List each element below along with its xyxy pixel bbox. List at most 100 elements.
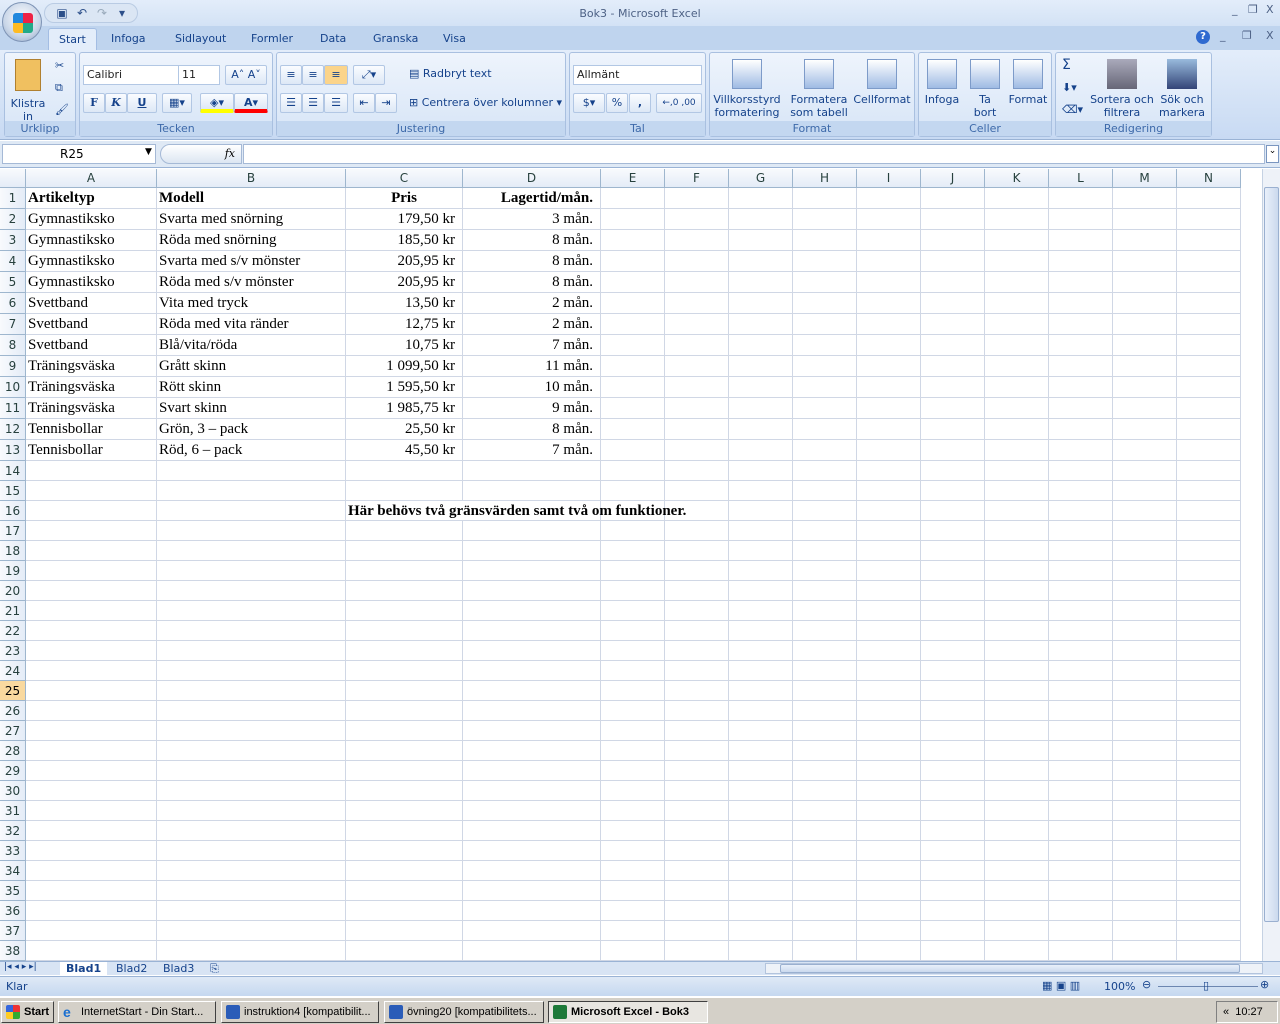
cell-F17[interactable] bbox=[665, 521, 729, 541]
cell-N2[interactable] bbox=[1177, 209, 1241, 230]
cell-G8[interactable] bbox=[729, 335, 793, 356]
zoom-in-icon[interactable]: ⊕ bbox=[1260, 978, 1269, 991]
cell-D37[interactable] bbox=[463, 921, 601, 941]
cell-E23[interactable] bbox=[601, 641, 665, 661]
cell-M31[interactable] bbox=[1113, 801, 1177, 821]
row-header[interactable]: 6 bbox=[0, 293, 26, 314]
cell-H15[interactable] bbox=[793, 481, 857, 501]
clear-icon[interactable]: ⌫▾ bbox=[1062, 103, 1083, 116]
cell-A33[interactable] bbox=[26, 841, 157, 861]
row-header[interactable]: 10 bbox=[0, 377, 26, 398]
cell-D15[interactable] bbox=[463, 481, 601, 501]
cell-I32[interactable] bbox=[857, 821, 921, 841]
cell-J9[interactable] bbox=[921, 356, 985, 377]
row-header[interactable]: 29 bbox=[0, 761, 26, 781]
cell-M4[interactable] bbox=[1113, 251, 1177, 272]
cell-M8[interactable] bbox=[1113, 335, 1177, 356]
cell-H5[interactable] bbox=[793, 272, 857, 293]
cell-H24[interactable] bbox=[793, 661, 857, 681]
cell-B22[interactable] bbox=[157, 621, 346, 641]
cell-C21[interactable] bbox=[346, 601, 463, 621]
cell-C1[interactable]: Pris bbox=[346, 188, 463, 209]
cell-H23[interactable] bbox=[793, 641, 857, 661]
cell-A14[interactable] bbox=[26, 461, 157, 481]
cell-E21[interactable] bbox=[601, 601, 665, 621]
cell-C20[interactable] bbox=[346, 581, 463, 601]
cell-B24[interactable] bbox=[157, 661, 346, 681]
cell-B18[interactable] bbox=[157, 541, 346, 561]
cell-N22[interactable] bbox=[1177, 621, 1241, 641]
cell-G19[interactable] bbox=[729, 561, 793, 581]
cell-C2[interactable]: 179,50 kr bbox=[346, 209, 463, 230]
cell-L7[interactable] bbox=[1049, 314, 1113, 335]
cut-icon[interactable]: ✂ bbox=[55, 59, 64, 72]
cell-J21[interactable] bbox=[921, 601, 985, 621]
font-size-select[interactable]: 11 bbox=[178, 65, 220, 85]
cell-G2[interactable] bbox=[729, 209, 793, 230]
cell-C9[interactable]: 1 099,50 kr bbox=[346, 356, 463, 377]
taskbar-item-internetstart[interactable]: e InternetStart - Din Start... bbox=[58, 1001, 216, 1023]
cell-E36[interactable] bbox=[601, 901, 665, 921]
cell-L20[interactable] bbox=[1049, 581, 1113, 601]
expand-formula-bar-icon[interactable]: ⌄ bbox=[1266, 145, 1279, 163]
cell-styles-button[interactable]: Cellformat bbox=[852, 59, 912, 106]
cell-B12[interactable]: Grön, 3 – pack bbox=[157, 419, 346, 440]
cell-L34[interactable] bbox=[1049, 861, 1113, 881]
cell-D18[interactable] bbox=[463, 541, 601, 561]
zoom-level[interactable]: 100% bbox=[1104, 980, 1135, 993]
cell-C4[interactable]: 205,95 kr bbox=[346, 251, 463, 272]
cell-C17[interactable] bbox=[346, 521, 463, 541]
cell-G17[interactable] bbox=[729, 521, 793, 541]
cell-J36[interactable] bbox=[921, 901, 985, 921]
cell-M14[interactable] bbox=[1113, 461, 1177, 481]
cell-K20[interactable] bbox=[985, 581, 1049, 601]
cell-A24[interactable] bbox=[26, 661, 157, 681]
row-header[interactable]: 20 bbox=[0, 581, 26, 601]
tab-data[interactable]: Data bbox=[310, 28, 356, 50]
cell-F5[interactable] bbox=[665, 272, 729, 293]
cell-I18[interactable] bbox=[857, 541, 921, 561]
format-as-table-button[interactable]: Formatera som tabell bbox=[786, 59, 852, 119]
cell-C15[interactable] bbox=[346, 481, 463, 501]
cell-K14[interactable] bbox=[985, 461, 1049, 481]
cell-F28[interactable] bbox=[665, 741, 729, 761]
cell-J14[interactable] bbox=[921, 461, 985, 481]
cell-M38[interactable] bbox=[1113, 941, 1177, 961]
cell-L36[interactable] bbox=[1049, 901, 1113, 921]
merge-center-button[interactable]: ⊞ Centrera över kolumner ▾ bbox=[409, 96, 562, 109]
row-header[interactable]: 12 bbox=[0, 419, 26, 440]
cell-M2[interactable] bbox=[1113, 209, 1177, 230]
view-buttons[interactable]: ▦ ▣ ▥ bbox=[1042, 979, 1080, 992]
cell-J8[interactable] bbox=[921, 335, 985, 356]
cell-H27[interactable] bbox=[793, 721, 857, 741]
cell-K37[interactable] bbox=[985, 921, 1049, 941]
cell-A18[interactable] bbox=[26, 541, 157, 561]
cell-J6[interactable] bbox=[921, 293, 985, 314]
cell-E18[interactable] bbox=[601, 541, 665, 561]
cell-L33[interactable] bbox=[1049, 841, 1113, 861]
cell-N16[interactable] bbox=[1177, 501, 1241, 521]
cell-F33[interactable] bbox=[665, 841, 729, 861]
row-header[interactable]: 30 bbox=[0, 781, 26, 801]
cell-J12[interactable] bbox=[921, 419, 985, 440]
cell-L17[interactable] bbox=[1049, 521, 1113, 541]
cell-B17[interactable] bbox=[157, 521, 346, 541]
cell-J37[interactable] bbox=[921, 921, 985, 941]
row-header[interactable]: 5 bbox=[0, 272, 26, 293]
sheet-tab-blad3[interactable]: Blad3 bbox=[157, 962, 200, 976]
format-cells-button[interactable]: Format bbox=[1007, 59, 1049, 106]
cell-K9[interactable] bbox=[985, 356, 1049, 377]
cell-K7[interactable] bbox=[985, 314, 1049, 335]
cell-C32[interactable] bbox=[346, 821, 463, 841]
cell-A6[interactable]: Svettband bbox=[26, 293, 157, 314]
cell-I27[interactable] bbox=[857, 721, 921, 741]
cell-L8[interactable] bbox=[1049, 335, 1113, 356]
number-format-select[interactable]: Allmänt bbox=[573, 65, 702, 85]
cell-A37[interactable] bbox=[26, 921, 157, 941]
cell-F32[interactable] bbox=[665, 821, 729, 841]
zoom-slider-thumb[interactable]: ▯ bbox=[1203, 979, 1209, 992]
cell-L19[interactable] bbox=[1049, 561, 1113, 581]
cell-G38[interactable] bbox=[729, 941, 793, 961]
cell-A16[interactable] bbox=[26, 501, 157, 521]
cell-E35[interactable] bbox=[601, 881, 665, 901]
